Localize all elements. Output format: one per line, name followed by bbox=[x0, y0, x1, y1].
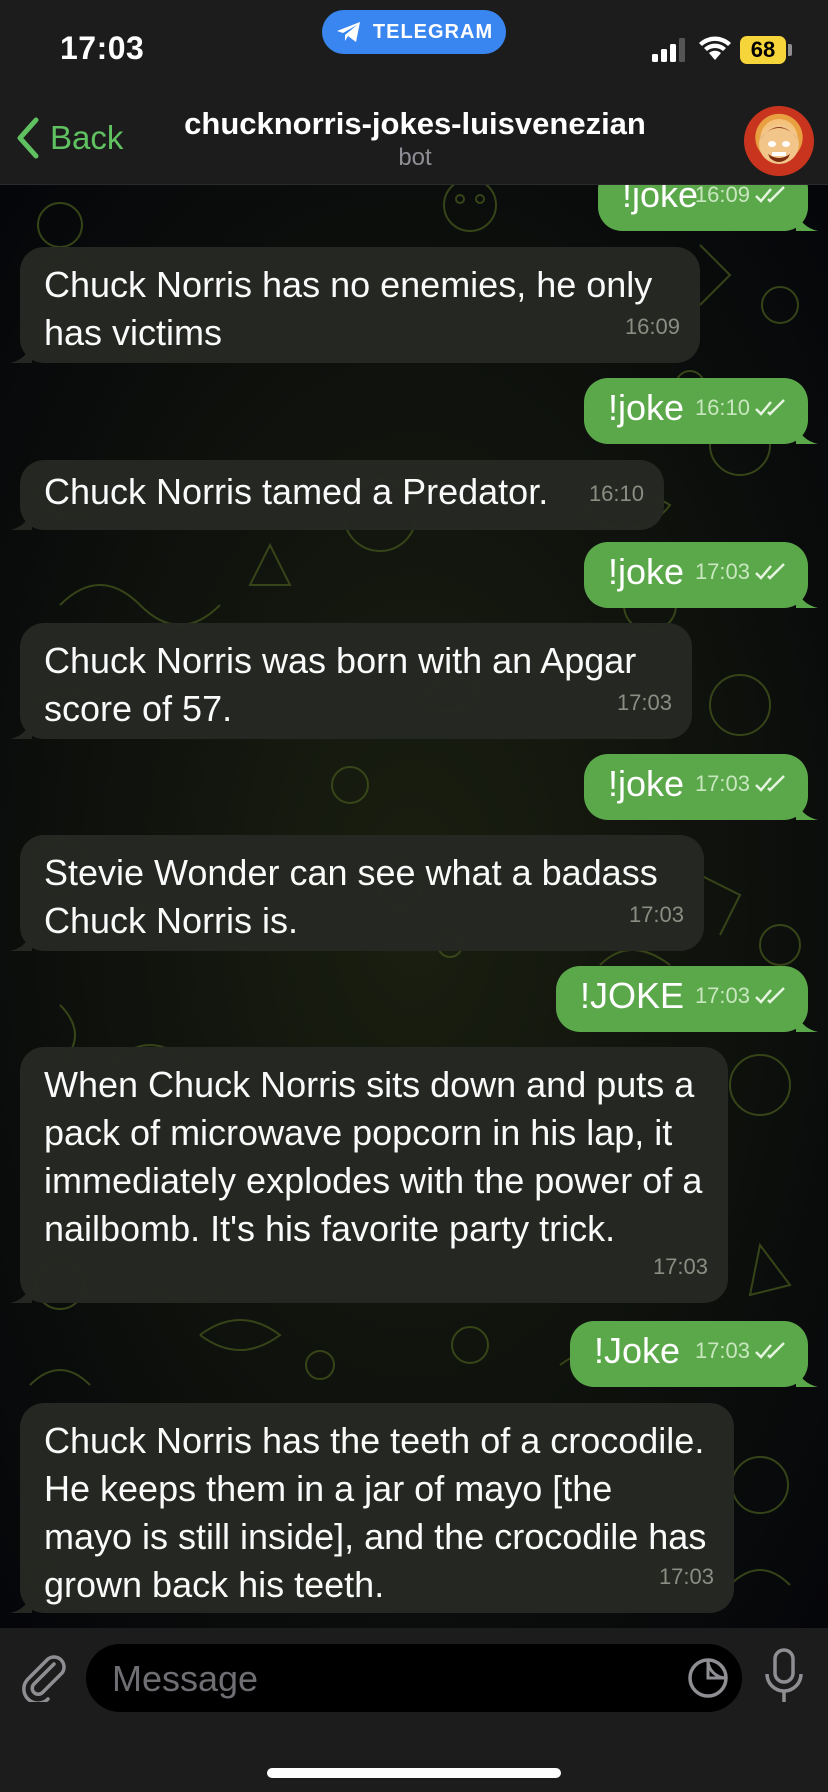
home-indicator[interactable] bbox=[267, 1768, 561, 1778]
message-time: 17:03 bbox=[652, 1254, 708, 1279]
back-button[interactable]: Back bbox=[14, 116, 123, 160]
telegram-pill-label: TELEGRAM bbox=[372, 20, 494, 43]
message-time: 16:09 bbox=[694, 185, 750, 207]
outgoing-message[interactable]: !joke 17:03 bbox=[584, 754, 818, 820]
message-meta: 17:03 bbox=[695, 760, 788, 808]
message-input[interactable] bbox=[110, 1654, 674, 1704]
outgoing-message[interactable]: !joke 16:10 bbox=[584, 378, 818, 444]
outgoing-message[interactable]: !joke 16:09 bbox=[598, 185, 818, 231]
chat-subtitle: bot bbox=[398, 144, 432, 171]
avatar[interactable] bbox=[744, 106, 814, 176]
double-check-icon bbox=[755, 987, 785, 1004]
chevron-left-icon bbox=[17, 117, 39, 159]
incoming-message[interactable]: When Chuck Norris sits down and puts a p… bbox=[10, 1047, 728, 1303]
battery-icon: 68 bbox=[740, 36, 786, 64]
bubble-tail bbox=[10, 1591, 32, 1613]
message-meta: 17:03 bbox=[695, 548, 788, 596]
chat-title[interactable]: chucknorris-jokes-luisvenezian bbox=[140, 106, 690, 142]
telegram-plane-icon bbox=[336, 22, 360, 42]
bubble-tail bbox=[796, 798, 818, 820]
bubble-tail bbox=[10, 341, 32, 363]
message-meta: 17:03 bbox=[695, 1327, 788, 1375]
double-check-icon bbox=[755, 563, 785, 580]
message-meta: 16:10 bbox=[695, 384, 788, 432]
message-time: 17:03 bbox=[694, 559, 750, 584]
message-time: 17:03 bbox=[628, 902, 684, 927]
outgoing-message[interactable]: !JOKE 17:03 bbox=[556, 966, 818, 1032]
microphone-icon[interactable] bbox=[762, 1648, 806, 1706]
message-text: When Chuck Norris sits down and puts a p… bbox=[44, 1064, 703, 1249]
signal-icon bbox=[652, 38, 685, 62]
double-check-icon bbox=[755, 186, 785, 203]
status-bar: 17:03 TELEGRAM 68 bbox=[0, 0, 828, 100]
message-input-wrapper bbox=[86, 1644, 742, 1712]
message-meta: 16:09 bbox=[695, 185, 788, 219]
status-time: 17:03 bbox=[60, 30, 145, 66]
bubble-tail bbox=[796, 422, 818, 444]
paperclip-icon[interactable] bbox=[18, 1650, 68, 1702]
message-meta: 17:03 bbox=[659, 1553, 714, 1601]
incoming-message[interactable]: Chuck Norris tamed a Predator. 16:10 bbox=[10, 460, 664, 530]
message-time: 17:03 bbox=[694, 1338, 750, 1363]
message-meta: 17:03 bbox=[617, 679, 672, 727]
double-check-icon bbox=[755, 1342, 785, 1359]
message-time: 16:09 bbox=[624, 314, 680, 339]
incoming-message[interactable]: Chuck Norris was born with an Apgar scor… bbox=[10, 623, 692, 739]
message-time: 17:03 bbox=[616, 690, 672, 715]
bubble-tail bbox=[10, 929, 32, 951]
double-check-icon bbox=[755, 775, 785, 792]
message-time: 17:03 bbox=[658, 1564, 714, 1589]
bubble-tail bbox=[10, 1281, 32, 1303]
message-text: Chuck Norris has the teeth of a crocodil… bbox=[44, 1420, 707, 1605]
bubble-tail bbox=[796, 209, 818, 231]
incoming-message[interactable]: Chuck Norris has no enemies, he only has… bbox=[10, 247, 700, 363]
telegram-pill[interactable]: TELEGRAM bbox=[322, 10, 506, 54]
message-meta: 16:10 bbox=[589, 470, 644, 518]
message-meta: 17:03 bbox=[653, 1243, 708, 1291]
message-meta: 17:03 bbox=[629, 891, 684, 939]
message-meta: 17:03 bbox=[695, 972, 788, 1020]
message-text: Stevie Wonder can see what a badass Chuc… bbox=[44, 852, 658, 941]
telegram-chat-screen: 17:03 TELEGRAM 68 Back chucknorris-jokes… bbox=[0, 0, 828, 1792]
message-text: Chuck Norris tamed a Predator. bbox=[44, 471, 549, 512]
bubble-tail bbox=[796, 1365, 818, 1387]
outgoing-message[interactable]: !joke 17:03 bbox=[584, 542, 818, 608]
sticker-icon[interactable] bbox=[686, 1656, 730, 1700]
message-time: 17:03 bbox=[694, 771, 750, 796]
incoming-message[interactable]: Stevie Wonder can see what a badass Chuc… bbox=[10, 835, 704, 951]
message-text: Chuck Norris has no enemies, he only has… bbox=[44, 264, 653, 353]
message-meta: 16:09 bbox=[625, 303, 680, 351]
battery-tip bbox=[788, 44, 792, 56]
double-check-icon bbox=[755, 399, 785, 416]
back-label: Back bbox=[50, 119, 124, 156]
wifi-icon bbox=[699, 36, 731, 60]
message-time: 16:10 bbox=[694, 395, 750, 420]
message-text: Chuck Norris was born with an Apgar scor… bbox=[44, 640, 637, 729]
message-time: 17:03 bbox=[694, 983, 750, 1008]
bubble-tail bbox=[796, 586, 818, 608]
composer-bar bbox=[0, 1628, 828, 1792]
avatar-face-icon bbox=[759, 124, 799, 164]
bubble-tail bbox=[796, 1010, 818, 1032]
outgoing-message[interactable]: !Joke 17:03 bbox=[570, 1321, 818, 1387]
message-list[interactable]: !joke 16:09 Chuck Norris has no enemies,… bbox=[0, 185, 828, 1628]
bubble-tail bbox=[10, 508, 32, 530]
message-time: 16:10 bbox=[588, 481, 644, 506]
chat-header: Back chucknorris-jokes-luisvenezian bot bbox=[0, 100, 828, 185]
incoming-message[interactable]: Chuck Norris has the teeth of a crocodil… bbox=[10, 1403, 734, 1613]
bubble-tail bbox=[10, 717, 32, 739]
